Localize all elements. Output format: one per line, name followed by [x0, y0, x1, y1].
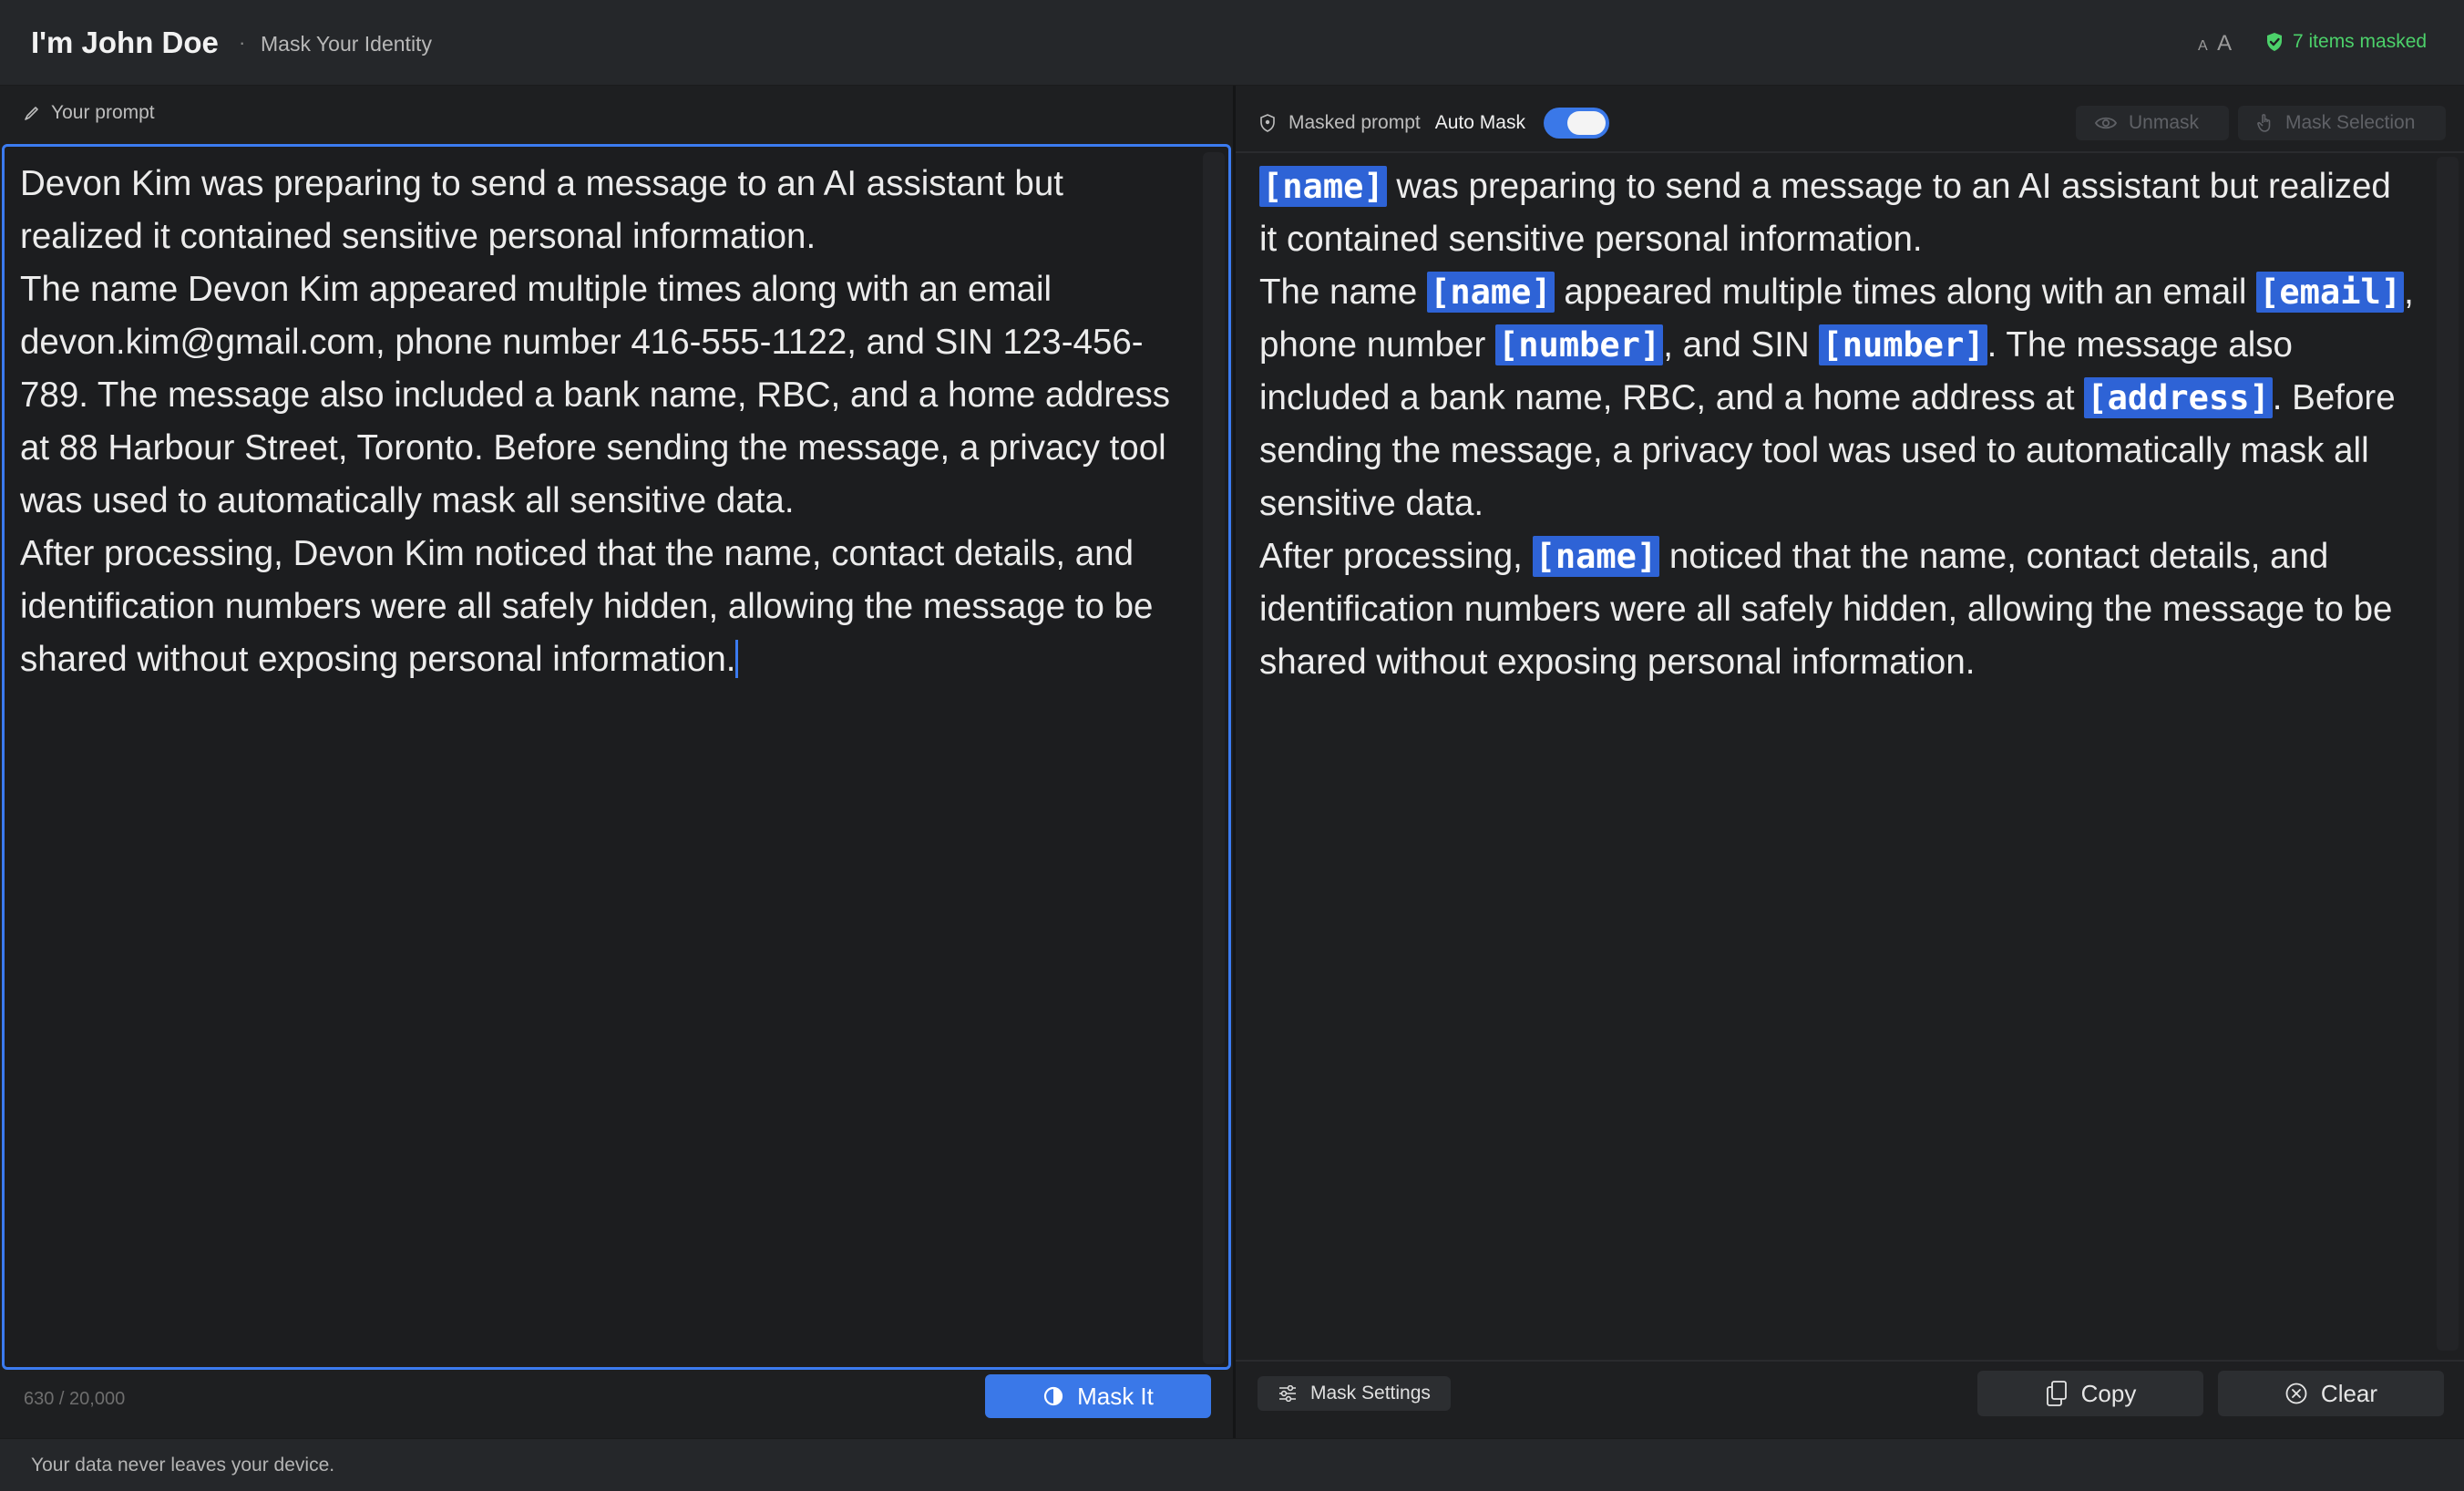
pencil-icon	[24, 105, 40, 121]
automask-label: Auto Mask	[1434, 112, 1525, 133]
prompt-paragraph-text: After processing, Devon Kim noticed that…	[20, 534, 1164, 679]
unmask-label: Unmask	[2129, 112, 2200, 133]
clear-label: Clear	[2320, 1379, 2378, 1407]
toggle-knob	[1566, 111, 1606, 135]
mask-tag-address[interactable]: [address]	[2084, 377, 2273, 418]
masked-paragraph: After processing, [name] noticed that th…	[1259, 530, 2417, 689]
automask-toggle[interactable]	[1543, 108, 1609, 139]
mask-tag-name[interactable]: [name]	[1532, 536, 1660, 577]
prompt-panel: Your prompt Devon Kim was preparing to s…	[0, 86, 1233, 1438]
title-separator: ·	[239, 31, 246, 54]
prompt-text[interactable]: Devon Kim was preparing to send a messag…	[20, 158, 1174, 686]
font-smaller-button[interactable]: A	[2198, 38, 2208, 54]
text-caret	[735, 640, 739, 678]
masked-footer-separator	[1236, 1360, 2464, 1362]
prompt-scrollbar[interactable]	[1203, 152, 1225, 1364]
masked-panel-separator	[1236, 151, 2464, 153]
mask-selection-label: Mask Selection	[2285, 112, 2416, 133]
font-size-control[interactable]: A A	[2198, 31, 2232, 57]
prompt-panel-header: Your prompt	[24, 102, 155, 124]
masked-count-label: 7 items masked	[2293, 31, 2428, 52]
mask-selection-button[interactable]: Mask Selection	[2238, 106, 2446, 140]
char-counter: 630 / 20,000	[24, 1389, 126, 1409]
masked-panel-header: Masked prompt Auto Mask	[1259, 108, 1609, 139]
close-circle-icon	[2284, 1382, 2308, 1405]
sliders-icon	[1278, 1385, 1298, 1402]
mask-tag-name[interactable]: [name]	[1427, 272, 1555, 313]
privacy-notice: Your data never leaves your device.	[31, 1455, 335, 1476]
font-larger-button[interactable]: A	[2217, 31, 2232, 56]
hand-pointer-icon	[2256, 113, 2274, 133]
half-circle-icon	[1042, 1385, 1064, 1407]
masked-count-badge: 7 items masked	[2265, 31, 2427, 53]
masked-text: , and SIN	[1663, 325, 1820, 365]
unmask-button[interactable]: Unmask	[2076, 106, 2229, 140]
mask-tag-name[interactable]: [name]	[1259, 166, 1387, 207]
mask-it-label: Mask It	[1077, 1382, 1154, 1410]
mask-tag-number[interactable]: [number]	[1495, 324, 1664, 365]
eye-icon	[2094, 115, 2118, 131]
app-window: I'm John Doe · Mask Your Identity A A 7 …	[0, 0, 2464, 1491]
prompt-textarea[interactable]: Devon Kim was preparing to send a messag…	[2, 144, 1231, 1370]
mask-settings-label: Mask Settings	[1310, 1383, 1431, 1404]
prompt-panel-label: Your prompt	[51, 102, 155, 123]
app-title: I'm John Doe	[31, 26, 219, 59]
masked-panel: Masked prompt Auto Mask Unmask Mask Sele…	[1236, 86, 2464, 1438]
mask-it-button[interactable]: Mask It	[985, 1374, 1211, 1418]
mask-settings-button[interactable]: Mask Settings	[1258, 1376, 1451, 1411]
app-subtitle: Mask Your Identity	[261, 32, 432, 56]
mask-tag-email[interactable]: [email]	[2256, 272, 2405, 313]
clear-button[interactable]: Clear	[2218, 1371, 2444, 1416]
shield-icon	[1259, 114, 1276, 132]
prompt-paragraph: Devon Kim was preparing to send a messag…	[20, 164, 1073, 256]
masked-panel-label: Masked prompt	[1288, 112, 1421, 133]
copy-label: Copy	[2080, 1379, 2137, 1407]
masked-paragraph: The name [name] appeared multiple times …	[1259, 266, 2417, 530]
masked-output[interactable]: [name] was preparing to send a message t…	[1259, 160, 2417, 689]
masked-text: was preparing to send a message to an AI…	[1259, 167, 2391, 259]
app-header: I'm John Doe · Mask Your Identity A A 7 …	[0, 0, 2464, 86]
status-bar: Your data never leaves your device.	[0, 1438, 2464, 1491]
masked-text: The name	[1259, 272, 1428, 312]
masked-text: appeared multiple times along with an em…	[1554, 272, 2257, 312]
masked-paragraph: [name] was preparing to send a message t…	[1259, 160, 2417, 266]
copy-button[interactable]: Copy	[1977, 1371, 2203, 1416]
shield-check-icon	[2265, 32, 2284, 52]
prompt-paragraph: The name Devon Kim appeared multiple tim…	[20, 270, 1180, 520]
masked-scrollbar[interactable]	[2437, 157, 2459, 1351]
prompt-paragraph: After processing, Devon Kim noticed that…	[20, 528, 1174, 686]
mask-tag-number[interactable]: [number]	[1819, 324, 1987, 365]
copy-icon	[2045, 1380, 2069, 1407]
masked-text: After processing,	[1259, 537, 1533, 576]
